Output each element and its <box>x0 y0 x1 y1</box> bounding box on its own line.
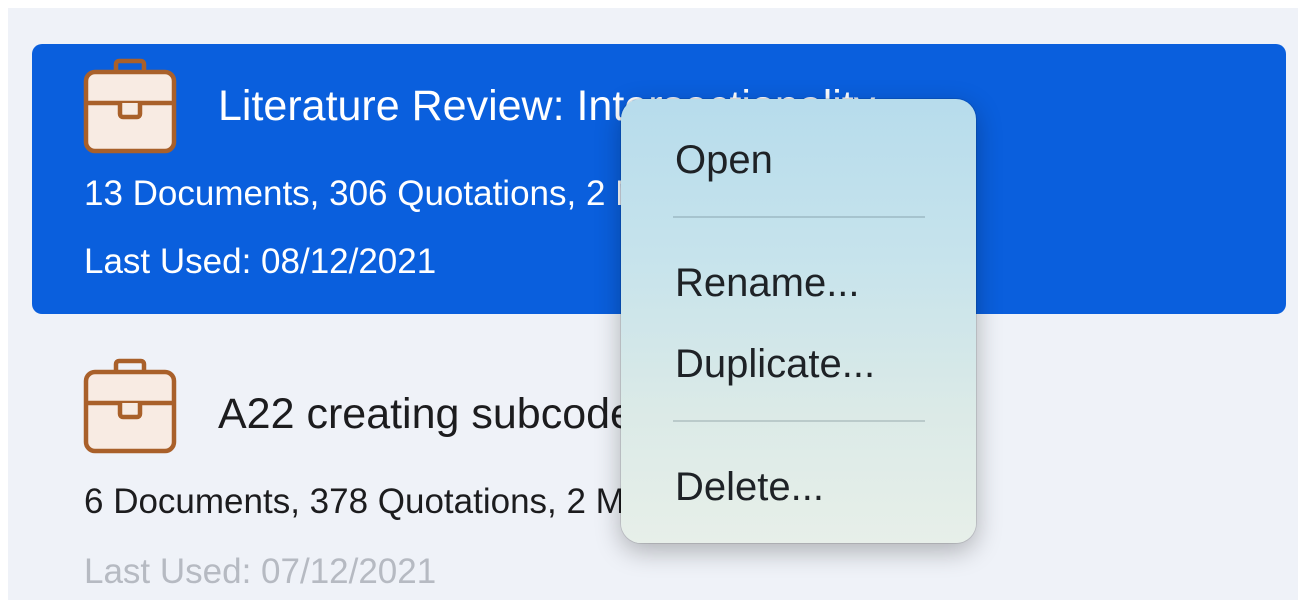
project-last-used: Last Used: 07/12/2021 <box>84 552 437 591</box>
menu-item-delete[interactable]: Delete... <box>621 456 976 518</box>
menu-item-open[interactable]: Open <box>621 129 976 191</box>
menu-separator <box>673 420 925 422</box>
menu-item-rename[interactable]: Rename... <box>621 252 976 314</box>
briefcase-icon <box>83 58 177 154</box>
context-menu: Open Rename... Duplicate... Delete... <box>621 99 976 543</box>
project-last-used: Last Used: 08/12/2021 <box>84 242 437 281</box>
menu-separator <box>673 216 925 218</box>
project-stats: 6 Documents, 378 Quotations, 2 Memos <box>84 482 711 521</box>
menu-item-duplicate[interactable]: Duplicate... <box>621 333 976 395</box>
briefcase-icon <box>83 358 177 454</box>
project-title: A22 creating subcodes <box>218 390 656 438</box>
